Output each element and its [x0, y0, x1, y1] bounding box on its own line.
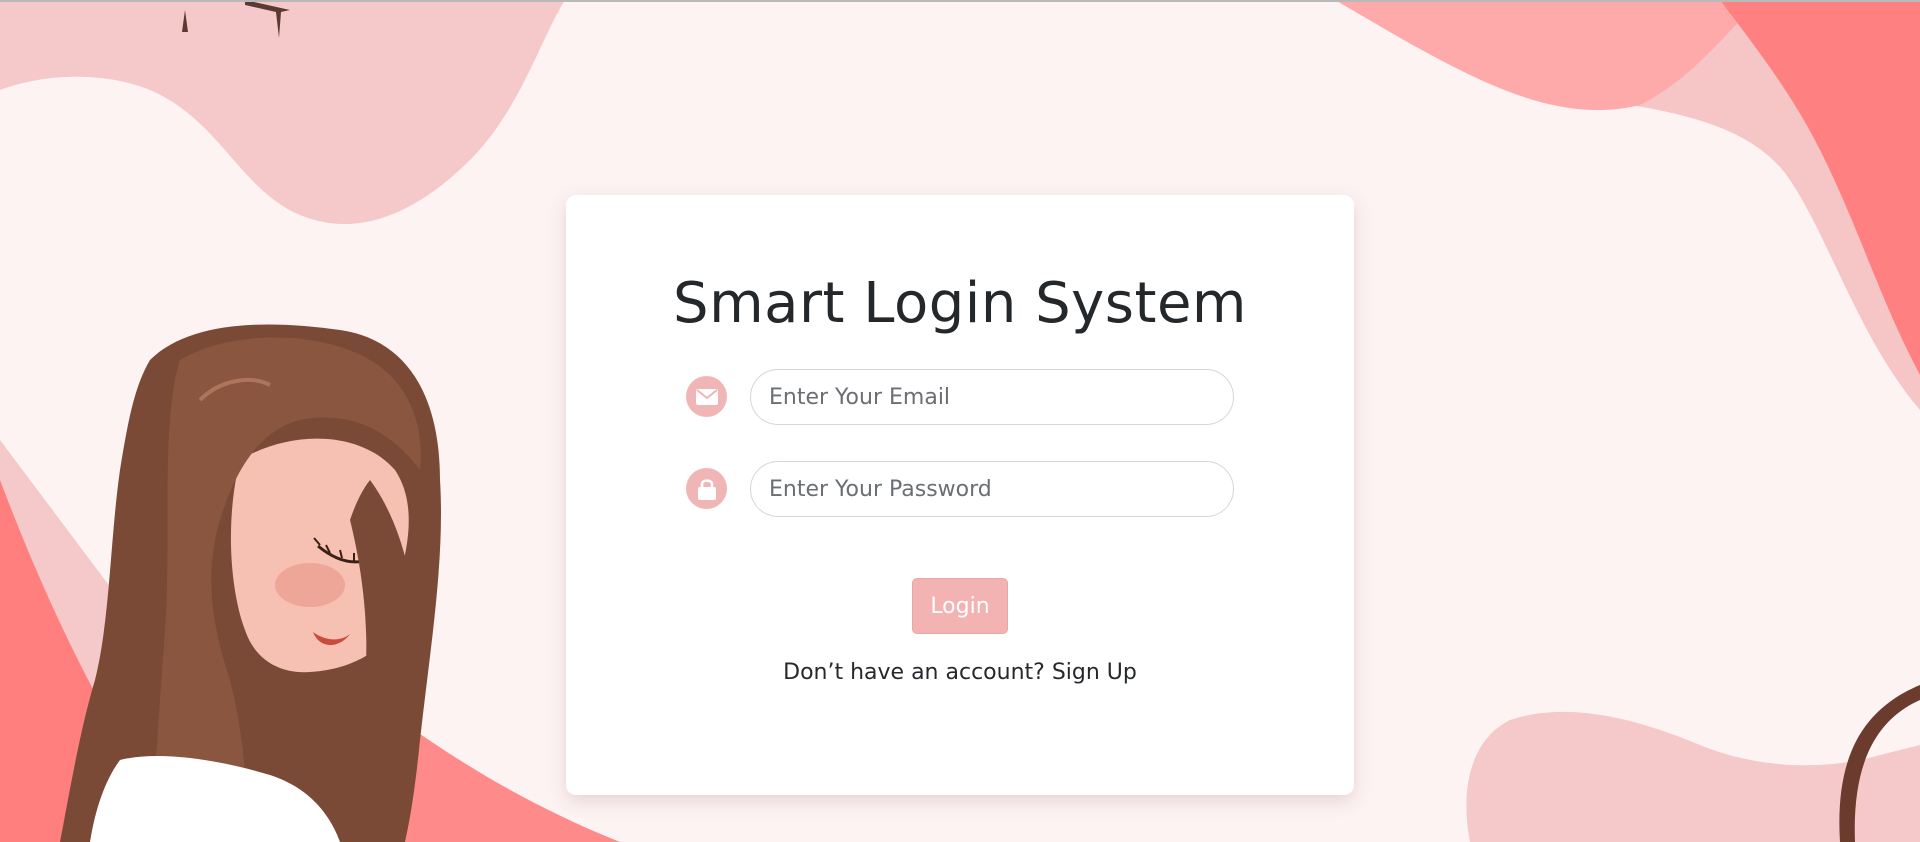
page-title: Smart Login System — [673, 271, 1247, 336]
lock-icon — [686, 468, 727, 509]
login-card: Smart Login System Login Don’t have an — [566, 195, 1354, 795]
password-field[interactable] — [750, 461, 1234, 517]
email-field[interactable] — [750, 369, 1234, 425]
signup-link[interactable]: Sign Up — [1052, 660, 1137, 685]
envelope-icon — [686, 376, 727, 417]
signup-prompt-line: Don’t have an account? Sign Up — [566, 660, 1354, 685]
signup-prompt-text: Don’t have an account? — [783, 660, 1045, 685]
password-row — [686, 461, 1256, 517]
window-top-border — [0, 0, 1920, 2]
login-button[interactable]: Login — [912, 578, 1008, 634]
login-page: Smart Login System Login Don’t have an — [0, 0, 1920, 842]
email-row — [686, 369, 1256, 425]
